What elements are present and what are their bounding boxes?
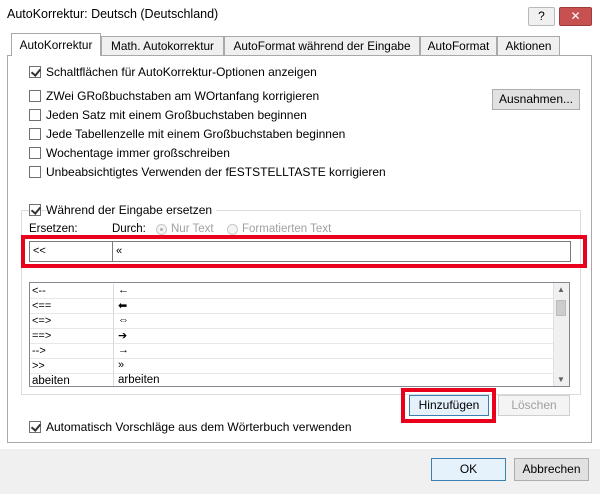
replace-label: Ersetzen:	[29, 223, 78, 235]
tab-autoformat[interactable]: AutoFormat	[420, 36, 497, 55]
list-item[interactable]: <== ⬅	[30, 299, 556, 314]
list-item[interactable]: --> →	[30, 344, 556, 359]
scroll-thumb[interactable]	[556, 300, 566, 316]
list-item[interactable]: abeiten arbeiten	[30, 374, 556, 387]
list-item-from: <==	[32, 300, 52, 312]
plain-text-label: Nur Text	[171, 223, 214, 235]
formatted-text-radio[interactable]	[227, 224, 238, 235]
dictionary-label: Automatisch Vorschläge aus dem Wörterbuc…	[46, 420, 352, 434]
list-item-to: ⬅	[118, 300, 128, 312]
weekdays-label: Wochentage immer großschreiben	[46, 146, 230, 160]
help-button[interactable]: ?	[528, 7, 555, 26]
delete-button[interactable]: Löschen	[498, 395, 570, 416]
sentence-caps-label: Jeden Satz mit einem Großbuchstaben begi…	[46, 108, 307, 122]
cancel-button[interactable]: Abbrechen	[514, 458, 589, 481]
list-item-to: ←	[118, 284, 129, 296]
tab-autoformat-eingabe[interactable]: AutoFormat während der Eingabe	[224, 36, 420, 55]
list-item-to: ⇔	[118, 314, 129, 326]
show-buttons-label: Schaltflächen für AutoKorrektur-Optionen…	[46, 65, 317, 79]
list-item-to: »	[118, 359, 125, 371]
list-item[interactable]: <-- ←	[30, 284, 556, 299]
two-caps-checkbox[interactable]	[29, 90, 41, 102]
sentence-caps-checkbox[interactable]	[29, 109, 41, 121]
list-item-from: <=>	[32, 315, 52, 327]
while-typing-label: Während der Eingabe ersetzen	[46, 203, 217, 217]
window-title: AutoKorrektur: Deutsch (Deutschland)	[7, 7, 219, 21]
tab-aktionen[interactable]: Aktionen	[497, 36, 560, 55]
capslock-checkbox[interactable]	[29, 166, 41, 178]
while-typing-checkbox[interactable]	[29, 204, 41, 216]
footer-area	[0, 449, 600, 494]
tab-math-autokorrektur[interactable]: Math. Autokorrektur	[101, 36, 224, 55]
list-item-from: abeiten	[32, 375, 70, 387]
exceptions-button[interactable]: Ausnahmen...	[492, 89, 580, 110]
tab-autokorrektur[interactable]: AutoKorrektur	[11, 33, 101, 56]
ok-button[interactable]: OK	[431, 458, 506, 481]
dictionary-checkbox[interactable]	[29, 421, 41, 433]
list-item-from: >>	[32, 360, 45, 372]
scroll-down-icon[interactable]: ▼	[557, 375, 565, 384]
show-buttons-checkbox[interactable]	[29, 66, 41, 78]
list-item[interactable]: <=> ⇔	[30, 314, 556, 329]
capslock-label: Unbeabsichtigtes Verwenden der fESTSTELL…	[46, 165, 386, 179]
list-item-from: ==>	[32, 330, 52, 342]
scroll-up-icon[interactable]: ▲	[557, 285, 565, 294]
list-item-from: <--	[32, 285, 46, 297]
weekdays-checkbox[interactable]	[29, 147, 41, 159]
with-label: Durch:	[112, 223, 146, 235]
highlight-frame-inputs	[21, 235, 587, 268]
table-caps-checkbox[interactable]	[29, 128, 41, 140]
formatted-text-label: Formatierten Text	[242, 223, 332, 235]
table-caps-label: Jede Tabellenzelle mit einem Großbuchsta…	[46, 127, 346, 141]
list-item-from: -->	[32, 345, 46, 357]
list-item-to: arbeiten	[118, 374, 160, 386]
plain-text-radio[interactable]	[156, 224, 167, 235]
list-scrollbar[interactable]: ▲ ▼	[553, 283, 569, 386]
list-item-to: ➔	[118, 330, 128, 342]
list-item[interactable]: ==> ➔	[30, 329, 556, 344]
close-button[interactable]: ✕	[559, 7, 592, 26]
list-item[interactable]: >> »	[30, 359, 556, 374]
highlight-frame-add	[401, 388, 496, 423]
two-caps-label: ZWei GRoßbuchstaben am WOrtanfang korrig…	[46, 89, 320, 103]
list-item-to: →	[118, 344, 129, 356]
replacement-list[interactable]: <-- ← <== ⬅ <=> ⇔ ==> ➔ --> → >> » abeit…	[29, 282, 570, 387]
